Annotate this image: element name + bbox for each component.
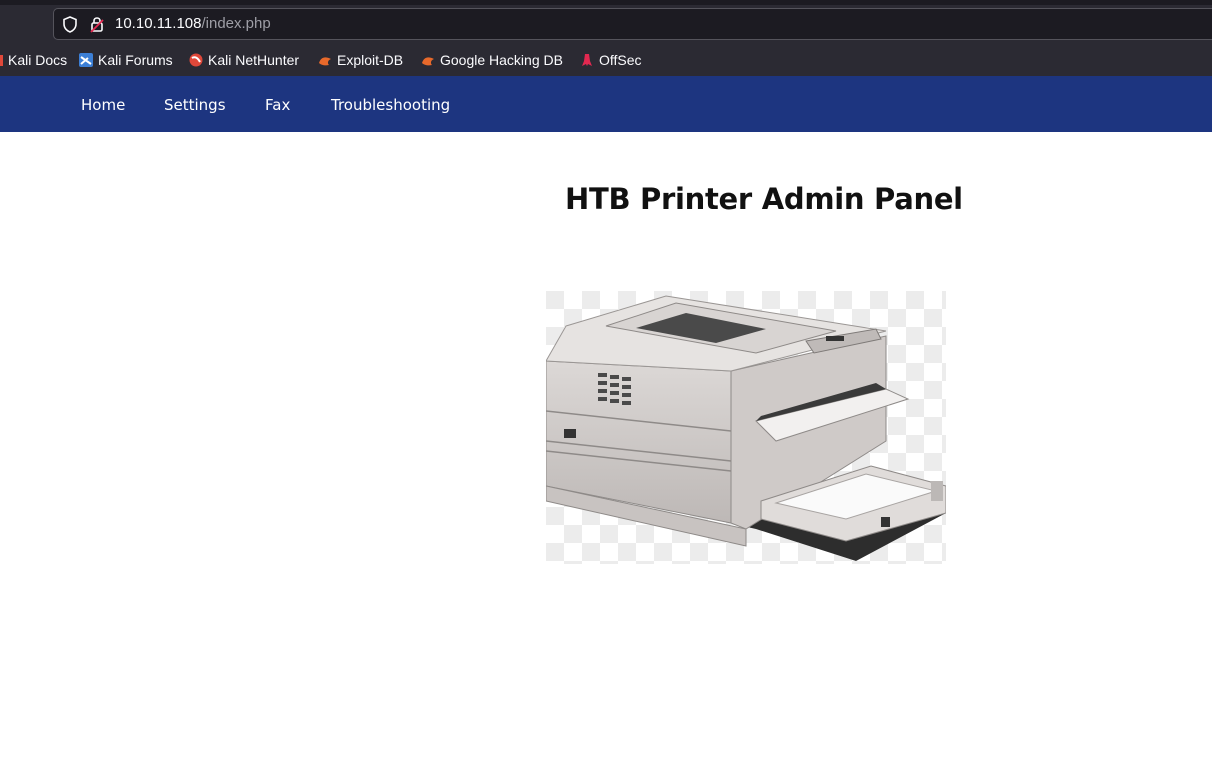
exploit-db-icon (319, 57, 331, 66)
bookmark-kali-nethunter[interactable]: Kali NetHunter (189, 48, 299, 72)
bookmark-kali-docs[interactable]: Kali Docs (0, 48, 67, 72)
kali-icon (0, 55, 3, 66)
tab-strip (0, 0, 1212, 5)
bookmarks-toolbar: Kali Docs Kali Forums Kali NetHunter Exp… (0, 48, 1212, 72)
kali-forums-icon (79, 53, 93, 67)
site-navbar: Home Settings Fax Troubleshooting (0, 76, 1212, 132)
printer-image (545, 291, 947, 564)
printer-illustration (545, 291, 947, 564)
bookmark-exploit-db[interactable]: Exploit-DB (318, 48, 403, 72)
bookmark-label: Kali NetHunter (208, 52, 300, 68)
url-text[interactable]: 10.10.11.108/index.php (115, 15, 271, 33)
url-path: /index.php (201, 15, 271, 32)
bookmark-label: Exploit-DB (337, 52, 404, 68)
tracking-protection-shield-icon[interactable] (62, 16, 78, 33)
insecure-lock-icon[interactable] (90, 16, 104, 33)
bookmark-google-hacking-db[interactable]: Google Hacking DB (421, 48, 563, 72)
bookmark-label: Kali Forums (98, 52, 173, 68)
ghdb-icon (422, 57, 434, 66)
address-bar[interactable]: 10.10.11.108/index.php (53, 8, 1212, 40)
bookmark-kali-forums[interactable]: Kali Forums (79, 48, 173, 72)
bookmark-offsec[interactable]: OffSec (580, 48, 642, 72)
nav-settings[interactable]: Settings (164, 76, 226, 132)
nethunter-icon (189, 53, 203, 67)
nav-troubleshooting[interactable]: Troubleshooting (331, 76, 450, 132)
offsec-icon (582, 54, 592, 66)
page-title: HTB Printer Admin Panel (565, 182, 963, 216)
bookmark-label: Google Hacking DB (440, 52, 563, 68)
nav-fax[interactable]: Fax (265, 76, 290, 132)
bookmark-label: OffSec (599, 52, 642, 68)
browser-chrome: 10.10.11.108/index.php Kali Docs Kali Fo… (0, 0, 1212, 76)
nav-home[interactable]: Home (81, 76, 125, 132)
url-host: 10.10.11.108 (115, 15, 202, 32)
bookmark-label: Kali Docs (8, 52, 68, 68)
